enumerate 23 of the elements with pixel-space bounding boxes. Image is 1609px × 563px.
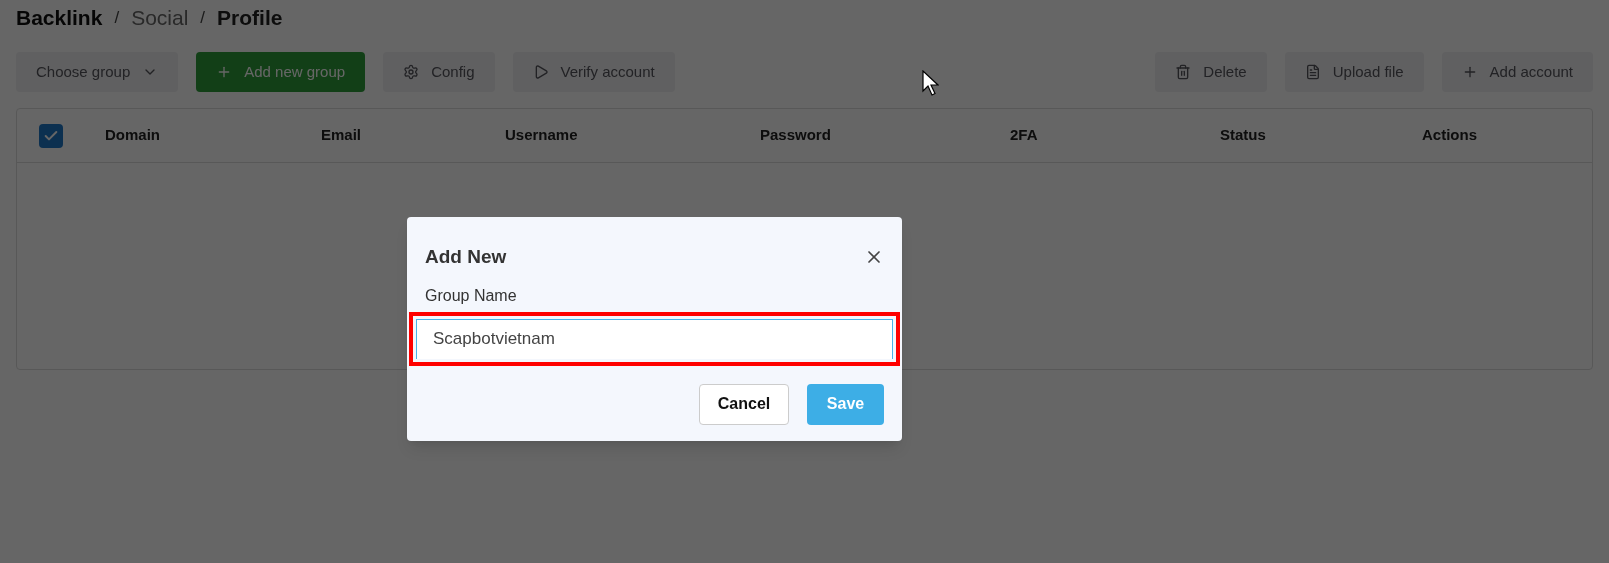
- column-header: Password: [760, 125, 832, 146]
- column-header: Actions: [1422, 125, 1478, 146]
- field-label: Group Name: [425, 285, 518, 306]
- breadcrumb-separator: /: [114, 7, 120, 30]
- column-header: Status: [1220, 125, 1267, 146]
- cancel-button[interactable]: Cancel: [699, 383, 789, 425]
- column-header: Domain: [105, 125, 161, 146]
- breadcrumb-item[interactable]: Social: [131, 2, 189, 34]
- breadcrumb-item[interactable]: Backlink: [16, 2, 103, 34]
- dialog-title: Add New: [425, 245, 507, 269]
- column-header: 2FA: [1010, 125, 1039, 146]
- gear-icon: [403, 64, 420, 80]
- save-button[interactable]: Save: [807, 383, 884, 425]
- column-header: Username: [505, 125, 579, 146]
- breadcrumb-item: Profile: [217, 5, 283, 32]
- column-header: Email: [321, 125, 363, 146]
- group-name-input[interactable]: Scapbotvietnam: [416, 318, 893, 359]
- file-icon: [1304, 64, 1321, 80]
- trash-icon: [1175, 64, 1192, 80]
- add-button[interactable]: Add new group: [196, 52, 366, 92]
- breadcrumb-separator: /: [200, 7, 206, 30]
- mouse-pointer-icon: [922, 70, 939, 96]
- select-all-checkbox[interactable]: [39, 123, 63, 148]
